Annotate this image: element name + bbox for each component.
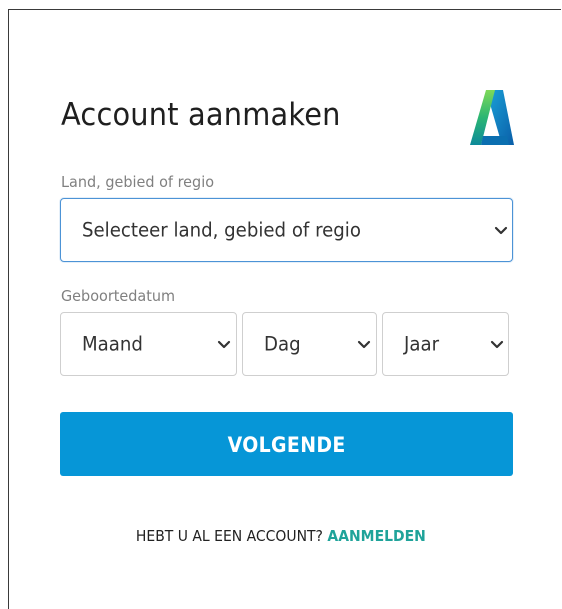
autodesk-logo-icon: [470, 90, 514, 145]
chevron-down-icon: [494, 226, 508, 235]
month-select-value: Maand: [82, 332, 143, 356]
region-select-value: Selecteer land, gebied of regio: [82, 218, 361, 242]
chevron-down-icon: [217, 340, 231, 349]
chevron-down-icon: [357, 340, 371, 349]
chevron-down-icon: [490, 340, 504, 349]
region-label: Land, gebied of regio: [61, 173, 215, 191]
month-select[interactable]: Maand: [60, 312, 237, 376]
page-title: Account aanmaken: [61, 97, 341, 133]
signin-prompt: HEBT U AL EEN ACCOUNT? AANMELDEN: [0, 527, 562, 545]
next-button[interactable]: VOLGENDE: [60, 412, 513, 476]
signin-prompt-text: HEBT U AL EEN ACCOUNT?: [136, 527, 324, 545]
birthdate-label: Geboortedatum: [61, 287, 176, 305]
signin-link[interactable]: AANMELDEN: [328, 527, 426, 545]
region-select[interactable]: Selecteer land, gebied of regio: [60, 198, 513, 262]
year-select-value: Jaar: [404, 332, 440, 356]
day-select-value: Dag: [264, 332, 301, 356]
year-select[interactable]: Jaar: [382, 312, 509, 376]
next-button-label: VOLGENDE: [227, 433, 346, 457]
day-select[interactable]: Dag: [242, 312, 377, 376]
